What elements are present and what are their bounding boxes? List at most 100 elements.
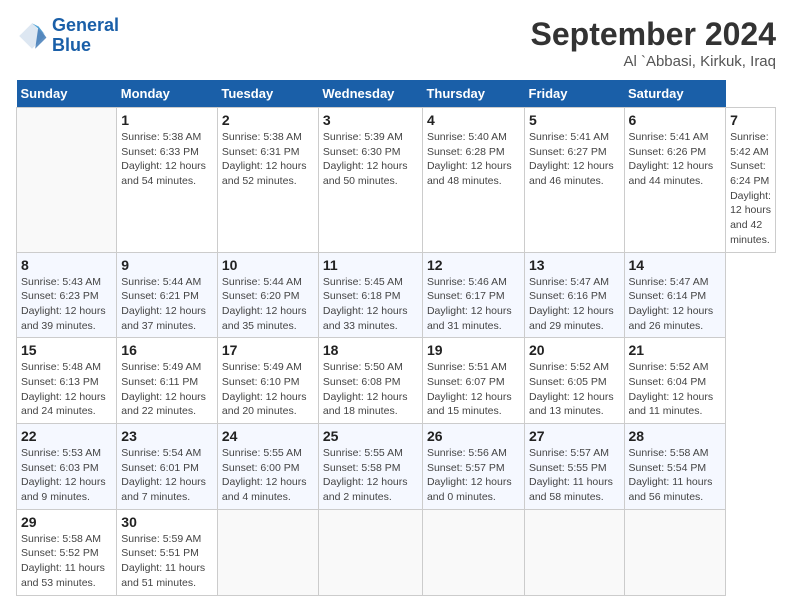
day-number: 3	[323, 112, 418, 128]
day-number: 28	[629, 428, 722, 444]
day-info: Sunrise: 5:51 AMSunset: 6:07 PMDaylight:…	[427, 360, 520, 419]
calendar-cell: 18Sunrise: 5:50 AMSunset: 6:08 PMDayligh…	[318, 338, 422, 424]
day-info: Sunrise: 5:54 AMSunset: 6:01 PMDaylight:…	[121, 446, 213, 505]
calendar-cell: 10 Sunrise: 5:44 AMSunset: 6:20 PMDayligh…	[217, 252, 318, 338]
page-header: General Blue September 2024 Al `Abbasi, …	[16, 16, 776, 70]
day-info: Sunrise: 5:44 AMSunset: 6:20 PMDaylight:…	[222, 275, 314, 334]
day-number: 14	[629, 257, 722, 273]
calendar-cell: 4Sunrise: 5:40 AMSunset: 6:28 PMDaylight…	[422, 108, 524, 253]
day-number: 26	[427, 428, 520, 444]
day-info: Sunrise: 5:58 AMSunset: 5:52 PMDaylight:…	[21, 532, 112, 591]
day-info: Sunrise: 5:49 AMSunset: 6:11 PMDaylight:…	[121, 360, 213, 419]
day-number: 12	[427, 257, 520, 273]
calendar-cell: 20Sunrise: 5:52 AMSunset: 6:05 PMDayligh…	[525, 338, 625, 424]
calendar-cell	[17, 108, 117, 253]
day-number: 11	[323, 257, 418, 273]
day-number: 23	[121, 428, 213, 444]
month-title: September 2024	[531, 16, 776, 53]
day-info: Sunrise: 5:55 AMSunset: 6:00 PMDaylight:…	[222, 446, 314, 505]
day-info: Sunrise: 5:57 AMSunset: 5:55 PMDaylight:…	[529, 446, 620, 505]
day-info: Sunrise: 5:50 AMSunset: 6:08 PMDaylight:…	[323, 360, 418, 419]
calendar-cell: 17 Sunrise: 5:49 AMSunset: 6:10 PMDayligh…	[217, 338, 318, 424]
logo-line1: General	[52, 15, 119, 35]
day-info: Sunrise: 5:41 AMSunset: 6:27 PMDaylight:…	[529, 130, 620, 189]
day-number: 27	[529, 428, 620, 444]
day-info: Sunrise: 5:58 AMSunset: 5:54 PMDaylight:…	[629, 446, 722, 505]
calendar-week-row: 15 Sunrise: 5:48 AMSunset: 6:13 PMDayligh…	[17, 338, 776, 424]
day-info: Sunrise: 5:40 AMSunset: 6:28 PMDaylight:…	[427, 130, 520, 189]
calendar-cell	[525, 509, 625, 595]
calendar-week-row: 29 Sunrise: 5:58 AMSunset: 5:52 PMDayligh…	[17, 509, 776, 595]
day-number: 24	[222, 428, 314, 444]
day-info: Sunrise: 5:41 AMSunset: 6:26 PMDaylight:…	[629, 130, 722, 189]
day-number: 8	[21, 257, 112, 273]
logo-text: General Blue	[52, 16, 119, 56]
day-info: Sunrise: 5:52 AMSunset: 6:04 PMDaylight:…	[629, 360, 722, 419]
calendar-cell: 24 Sunrise: 5:55 AMSunset: 6:00 PMDayligh…	[217, 424, 318, 510]
weekday-header: Sunday	[17, 80, 117, 108]
logo-line2: Blue	[52, 35, 91, 55]
weekday-header: Thursday	[422, 80, 524, 108]
day-number: 19	[427, 342, 520, 358]
logo: General Blue	[16, 16, 119, 56]
calendar-week-row: 22 Sunrise: 5:53 AMSunset: 6:03 PMDayligh…	[17, 424, 776, 510]
weekday-header: Wednesday	[318, 80, 422, 108]
day-info: Sunrise: 5:46 AMSunset: 6:17 PMDaylight:…	[427, 275, 520, 334]
day-info: Sunrise: 5:55 AMSunset: 5:58 PMDaylight:…	[323, 446, 418, 505]
day-number: 15	[21, 342, 112, 358]
calendar-cell: 21 Sunrise: 5:52 AMSunset: 6:04 PMDayligh…	[624, 338, 726, 424]
day-number: 30	[121, 514, 213, 530]
day-number: 22	[21, 428, 112, 444]
calendar-cell	[318, 509, 422, 595]
calendar-cell: 8 Sunrise: 5:43 AMSunset: 6:23 PMDaylight…	[17, 252, 117, 338]
day-info: Sunrise: 5:53 AMSunset: 6:03 PMDaylight:…	[21, 446, 112, 505]
day-number: 6	[629, 112, 722, 128]
calendar-cell: 5 Sunrise: 5:41 AMSunset: 6:27 PMDaylight…	[525, 108, 625, 253]
calendar-cell: 6 Sunrise: 5:41 AMSunset: 6:26 PMDaylight…	[624, 108, 726, 253]
day-info: Sunrise: 5:56 AMSunset: 5:57 PMDaylight:…	[427, 446, 520, 505]
day-info: Sunrise: 5:38 AMSunset: 6:31 PMDaylight:…	[222, 130, 314, 189]
weekday-header: Tuesday	[217, 80, 318, 108]
calendar-cell: 26 Sunrise: 5:56 AMSunset: 5:57 PMDayligh…	[422, 424, 524, 510]
calendar-week-row: 8 Sunrise: 5:43 AMSunset: 6:23 PMDaylight…	[17, 252, 776, 338]
day-number: 5	[529, 112, 620, 128]
calendar-cell: 14 Sunrise: 5:47 AMSunset: 6:14 PMDayligh…	[624, 252, 726, 338]
day-number: 9	[121, 257, 213, 273]
calendar-cell: 13Sunrise: 5:47 AMSunset: 6:16 PMDayligh…	[525, 252, 625, 338]
day-info: Sunrise: 5:39 AMSunset: 6:30 PMDaylight:…	[323, 130, 418, 189]
day-info: Sunrise: 5:48 AMSunset: 6:13 PMDaylight:…	[21, 360, 112, 419]
calendar-cell: 2Sunrise: 5:38 AMSunset: 6:31 PMDaylight…	[217, 108, 318, 253]
day-number: 1	[121, 112, 213, 128]
day-number: 13	[529, 257, 620, 273]
calendar-cell: 25 Sunrise: 5:55 AMSunset: 5:58 PMDayligh…	[318, 424, 422, 510]
calendar-cell: 27 Sunrise: 5:57 AMSunset: 5:55 PMDayligh…	[525, 424, 625, 510]
day-number: 21	[629, 342, 722, 358]
calendar-cell: 3 Sunrise: 5:39 AMSunset: 6:30 PMDaylight…	[318, 108, 422, 253]
day-info: Sunrise: 5:43 AMSunset: 6:23 PMDaylight:…	[21, 275, 112, 334]
day-info: Sunrise: 5:52 AMSunset: 6:05 PMDaylight:…	[529, 360, 620, 419]
calendar-cell: 7Sunrise: 5:42 AMSunset: 6:24 PMDaylight…	[726, 108, 776, 253]
calendar-cell: 15 Sunrise: 5:48 AMSunset: 6:13 PMDayligh…	[17, 338, 117, 424]
day-info: Sunrise: 5:49 AMSunset: 6:10 PMDaylight:…	[222, 360, 314, 419]
calendar-week-row: 1 Sunrise: 5:38 AMSunset: 6:33 PMDaylight…	[17, 108, 776, 253]
day-info: Sunrise: 5:45 AMSunset: 6:18 PMDaylight:…	[323, 275, 418, 334]
calendar-cell: 12 Sunrise: 5:46 AMSunset: 6:17 PMDayligh…	[422, 252, 524, 338]
day-number: 29	[21, 514, 112, 530]
calendar-cell: 9 Sunrise: 5:44 AMSunset: 6:21 PMDaylight…	[117, 252, 218, 338]
calendar-cell: 23 Sunrise: 5:54 AMSunset: 6:01 PMDayligh…	[117, 424, 218, 510]
day-info: Sunrise: 5:44 AMSunset: 6:21 PMDaylight:…	[121, 275, 213, 334]
calendar-cell: 19 Sunrise: 5:51 AMSunset: 6:07 PMDayligh…	[422, 338, 524, 424]
day-number: 17	[222, 342, 314, 358]
calendar-cell: 22 Sunrise: 5:53 AMSunset: 6:03 PMDayligh…	[17, 424, 117, 510]
day-number: 25	[323, 428, 418, 444]
day-info: Sunrise: 5:47 AMSunset: 6:14 PMDaylight:…	[629, 275, 722, 334]
calendar-cell	[624, 509, 726, 595]
weekday-header: Saturday	[624, 80, 726, 108]
day-number: 7	[730, 112, 771, 128]
title-block: September 2024 Al `Abbasi, Kirkuk, Iraq	[531, 16, 776, 70]
calendar-cell: 29 Sunrise: 5:58 AMSunset: 5:52 PMDayligh…	[17, 509, 117, 595]
location: Al `Abbasi, Kirkuk, Iraq	[531, 53, 776, 70]
day-number: 10	[222, 257, 314, 273]
calendar-cell: 16Sunrise: 5:49 AMSunset: 6:11 PMDayligh…	[117, 338, 218, 424]
day-info: Sunrise: 5:38 AMSunset: 6:33 PMDaylight:…	[121, 130, 213, 189]
